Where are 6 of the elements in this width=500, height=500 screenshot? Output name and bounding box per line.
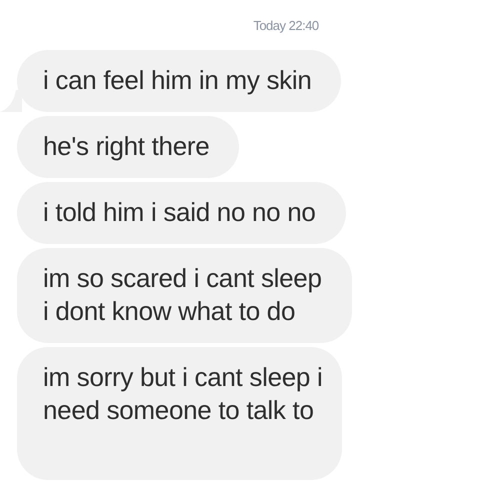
message-bubble: i told him i said no no no [17, 182, 346, 244]
message-bubble: im sorry but i cant sleep i need someone to talk to [17, 347, 342, 480]
message-timestamp: Today 22:40 [252, 18, 320, 35]
message-bubble: im so scared i cant sleep i dont know what to do [17, 248, 352, 343]
message-bubble: he's right there [17, 116, 240, 178]
message-bubble: i can feel him in my skin [17, 50, 342, 112]
